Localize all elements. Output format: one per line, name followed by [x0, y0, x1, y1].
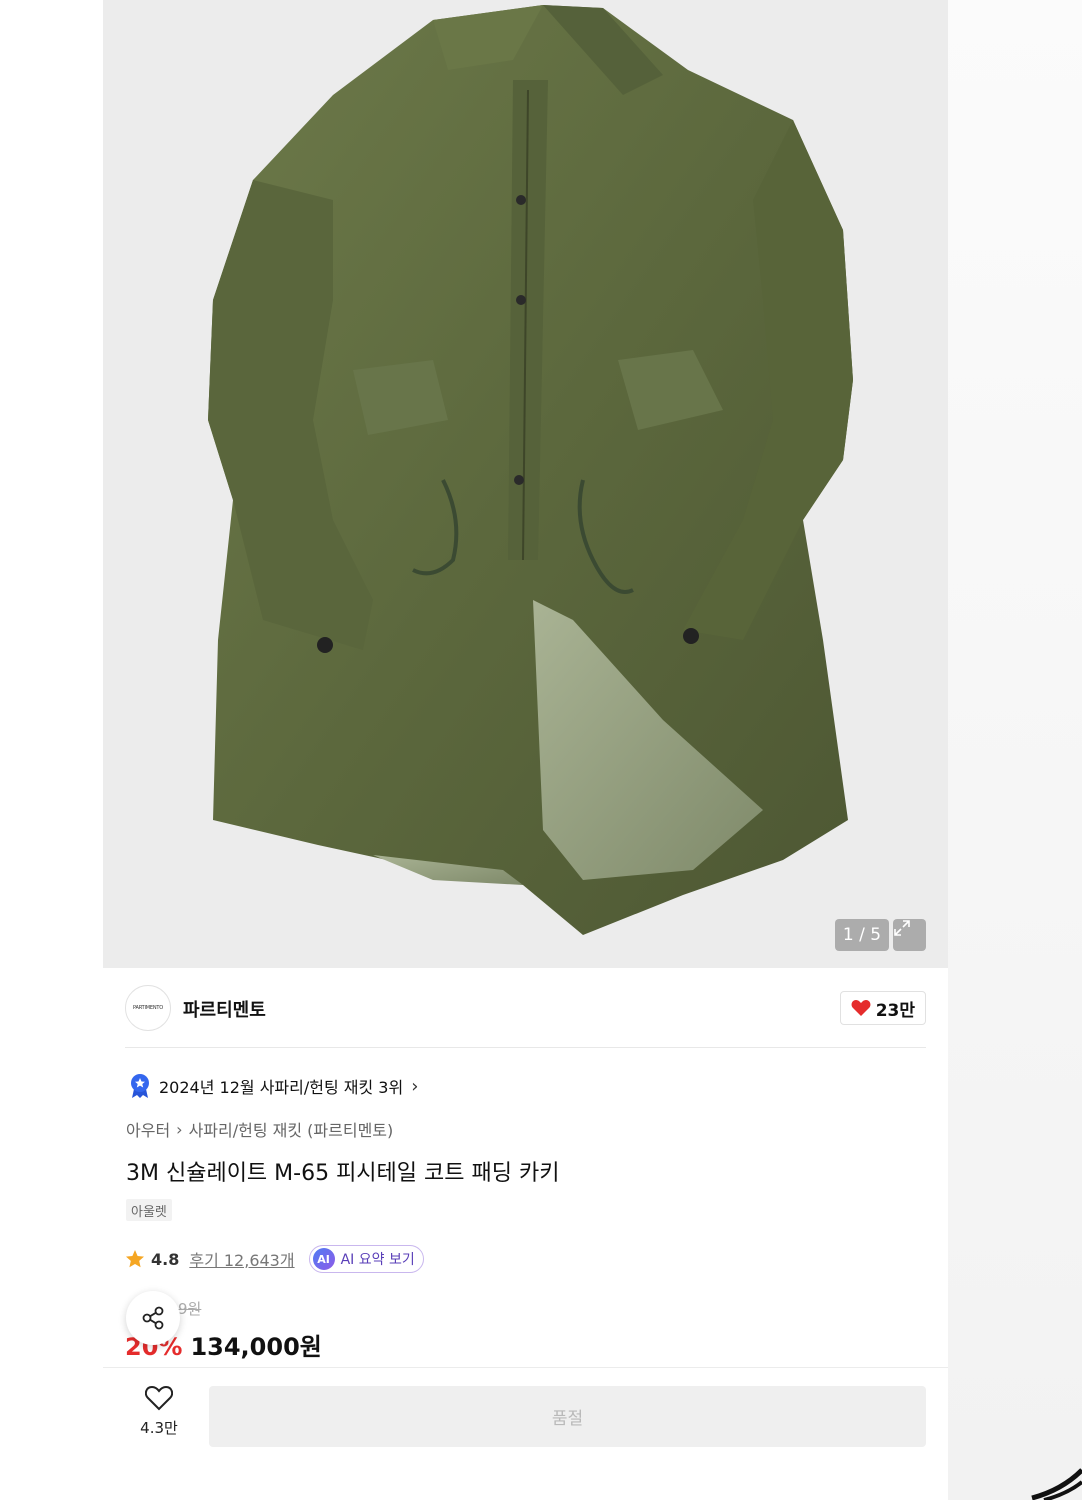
heart-outline-icon — [145, 1385, 173, 1411]
brand-logo[interactable]: PARTIMENTO — [125, 985, 171, 1031]
chevron-right-icon: › — [176, 1119, 183, 1139]
ai-summary-label: AI 요약 보기 — [340, 1252, 415, 1268]
chevron-right-icon: › — [411, 1075, 419, 1097]
product-title: 3M 신슐레이트 M-65 피시테일 코트 패딩 카키 — [126, 1161, 560, 1186]
desktop-backdrop — [948, 0, 1082, 1500]
brand-like-count: 23만 — [875, 1000, 915, 1021]
product-detail-page: 1 / 5 PARTIMENTO 파르티멘토 23만 2024년 12월 사파리… — [103, 0, 948, 1500]
ranking-medal-icon — [131, 1074, 149, 1098]
bottom-action-bar: 4.3만 품절 — [103, 1367, 948, 1500]
sale-price: 134,000원 — [190, 1333, 322, 1361]
brand-name[interactable]: 파르티멘토 — [183, 996, 266, 1022]
ai-badge-icon: AI — [312, 1248, 335, 1270]
breadcrumb: 아우터 › 사파리/헌팅 재킷 (파르티멘토) — [126, 1117, 393, 1141]
star-icon — [126, 1250, 144, 1268]
divider — [125, 1047, 926, 1048]
khaki-parka-photo — [208, 5, 853, 935]
review-count-link[interactable]: 후기 12,643개 — [189, 1247, 294, 1271]
share-icon — [142, 1306, 164, 1330]
expand-icon[interactable] — [893, 919, 926, 951]
wishlist-count: 4.3만 — [140, 1419, 178, 1437]
outlet-tag: 아울렛 — [126, 1199, 172, 1221]
share-button[interactable] — [126, 1291, 180, 1345]
rating-row: 4.8 후기 12,643개 AI AI 요약 보기 — [125, 1245, 424, 1273]
wishlist-button[interactable]: 4.3만 — [125, 1385, 193, 1447]
ranking-text: 2024년 12월 사파리/헌팅 재킷 3위 — [159, 1078, 404, 1097]
rating-score: 4.8 — [151, 1249, 180, 1269]
ranking-link[interactable]: 2024년 12월 사파리/헌팅 재킷 3위 › — [129, 1072, 418, 1100]
brand-like-button[interactable]: 23만 — [839, 991, 926, 1025]
sold-out-button[interactable]: 품절 — [209, 1386, 926, 1447]
backdrop-swoosh-decoration — [1031, 1468, 1082, 1500]
image-counter: 1 / 5 — [835, 919, 889, 951]
ai-summary-button[interactable]: AI AI 요약 보기 — [308, 1245, 424, 1273]
breadcrumb-category[interactable]: 아우터 — [126, 1117, 170, 1141]
breadcrumb-subcategory[interactable]: 사파리/헌팅 재킷 (파르티멘토) — [189, 1117, 394, 1141]
original-price: 9원 — [178, 1300, 202, 1318]
heart-filled-icon — [851, 1000, 871, 1016]
brand-row: PARTIMENTO 파르티멘토 23만 — [125, 985, 926, 1031]
product-image-carousel[interactable]: 1 / 5 — [103, 0, 948, 968]
